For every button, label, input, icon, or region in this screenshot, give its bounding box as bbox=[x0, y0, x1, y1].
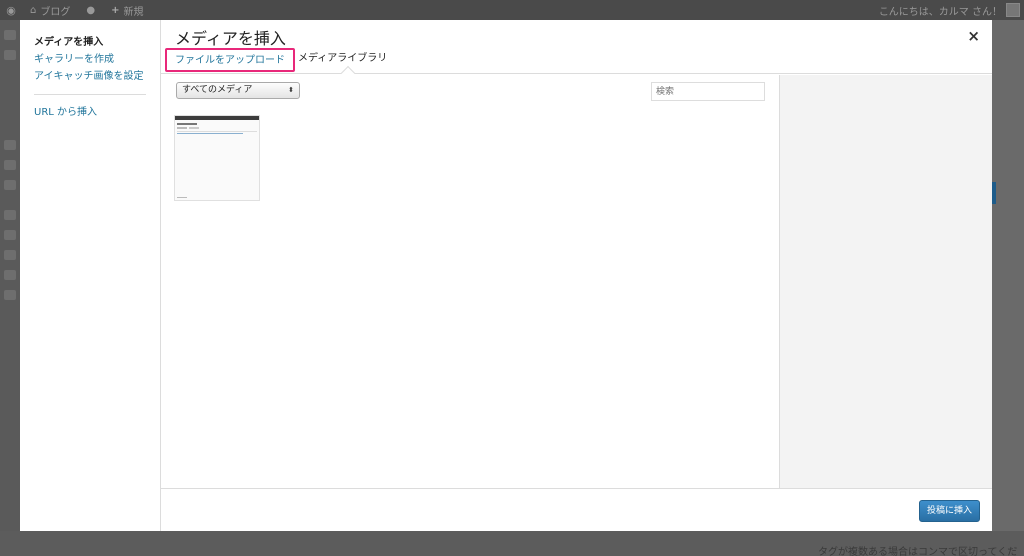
modal-title: メディアを挿入 bbox=[175, 29, 286, 48]
menu-item-insert-media[interactable]: メディアを挿入 bbox=[34, 34, 160, 51]
admin-bar-comments[interactable]: ● bbox=[78, 5, 103, 16]
tools-icon bbox=[4, 290, 16, 300]
close-icon[interactable]: × bbox=[967, 27, 980, 45]
pages-icon bbox=[4, 180, 16, 190]
admin-bar-account[interactable]: こんにちは、カルマ さん！ bbox=[879, 3, 1024, 18]
thumbnail-preview-title bbox=[177, 123, 197, 125]
appearance-icon bbox=[4, 230, 16, 240]
admin-bar-site[interactable]: ⌂ ブログ bbox=[22, 3, 78, 18]
media-menu: メディアを挿入 ギャラリーを作成 アイキャッチ画像を設定 URL から挿入 bbox=[20, 20, 161, 531]
site-name: ブログ bbox=[40, 6, 71, 18]
links-icon bbox=[4, 160, 16, 170]
admin-right-background bbox=[992, 20, 1024, 556]
menu-item-set-featured-image[interactable]: アイキャッチ画像を設定 bbox=[34, 68, 160, 85]
filter-selected-value: すべてのメディア bbox=[182, 85, 253, 95]
thumbnail-preview-bar bbox=[175, 116, 259, 120]
insert-into-post-button[interactable]: 投稿に挿入 bbox=[919, 500, 980, 522]
search-input[interactable] bbox=[651, 82, 765, 101]
tab-media-library[interactable]: メディアライブラリ bbox=[298, 48, 387, 72]
posts-icon bbox=[4, 50, 16, 60]
thumbnail-preview-tab bbox=[177, 127, 187, 129]
users-icon bbox=[4, 270, 16, 280]
media-icon bbox=[4, 140, 16, 150]
media-filter-select[interactable]: すべてのメディア ⬍ bbox=[176, 82, 300, 99]
update-button-edge bbox=[992, 182, 996, 204]
plugins-icon bbox=[4, 250, 16, 260]
greeting-text: こんにちは、カルマ さん！ bbox=[878, 6, 1002, 18]
modal-header: メディアを挿入 × ファイルをアップロード メディアライブラリ bbox=[161, 20, 992, 81]
attachment-thumbnail[interactable] bbox=[174, 115, 260, 201]
attachment-details-sidebar bbox=[779, 75, 992, 489]
tab-upload-files[interactable]: ファイルをアップロード bbox=[165, 48, 295, 72]
speech-bubble-icon: ● bbox=[86, 4, 96, 16]
menu-item-create-gallery[interactable]: ギャラリーを作成 bbox=[34, 51, 160, 68]
thumbnail-preview-footer bbox=[177, 197, 187, 198]
menu-item-insert-from-url[interactable]: URL から挿入 bbox=[34, 104, 160, 121]
comments-icon bbox=[4, 210, 16, 220]
media-modal: メディアを挿入 ギャラリーを作成 アイキャッチ画像を設定 URL から挿入 メデ… bbox=[20, 20, 992, 531]
dashboard-icon bbox=[4, 30, 16, 40]
thumbnail-preview-line bbox=[177, 131, 257, 132]
media-toolbar: 投稿に挿入 bbox=[161, 488, 992, 531]
avatar bbox=[1006, 3, 1020, 17]
admin-bar: ◉ ⌂ ブログ ● + 新規 こんにちは、カルマ さん！ bbox=[0, 0, 1024, 20]
wordpress-logo-icon[interactable]: ◉ bbox=[0, 0, 22, 20]
tag-hint-text: タグが複数ある場合はコンマで区切ってください bbox=[818, 547, 1018, 556]
home-icon: ⌂ bbox=[30, 4, 37, 16]
new-label: 新規 bbox=[123, 6, 144, 18]
admin-bottom-background: タグが複数ある場合はコンマで区切ってください bbox=[0, 531, 1024, 556]
select-arrows-icon: ⬍ bbox=[288, 86, 294, 94]
plus-icon: + bbox=[111, 4, 120, 16]
admin-sidebar-background bbox=[0, 20, 20, 556]
menu-separator bbox=[34, 94, 146, 95]
thumbnail-preview-tab bbox=[189, 127, 199, 129]
thumbnail-preview-line bbox=[177, 133, 243, 134]
admin-bar-new[interactable]: + 新規 bbox=[103, 3, 151, 18]
media-library-content: すべてのメディア ⬍ bbox=[161, 75, 779, 489]
